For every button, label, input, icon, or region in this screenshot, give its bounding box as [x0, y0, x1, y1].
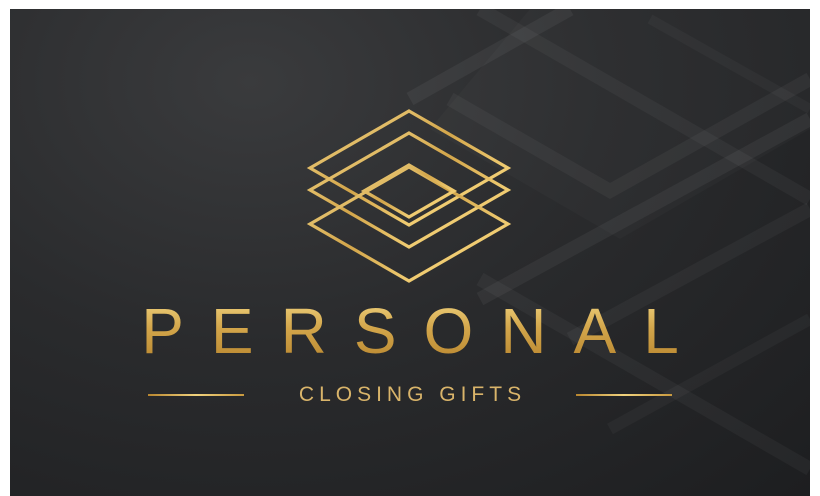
left-divider-line: [148, 394, 244, 396]
brand-subtitle: CLOSING GIFTS: [298, 383, 527, 406]
subtitle-row: CLOSING GIFTS: [148, 380, 672, 410]
brand-title: PERSONAL: [10, 299, 810, 363]
logo-card: PERSONAL CLOSING GIFTS: [10, 9, 810, 496]
right-divider-line: [576, 394, 672, 396]
stacked-diamonds-logo-icon: [306, 109, 512, 283]
